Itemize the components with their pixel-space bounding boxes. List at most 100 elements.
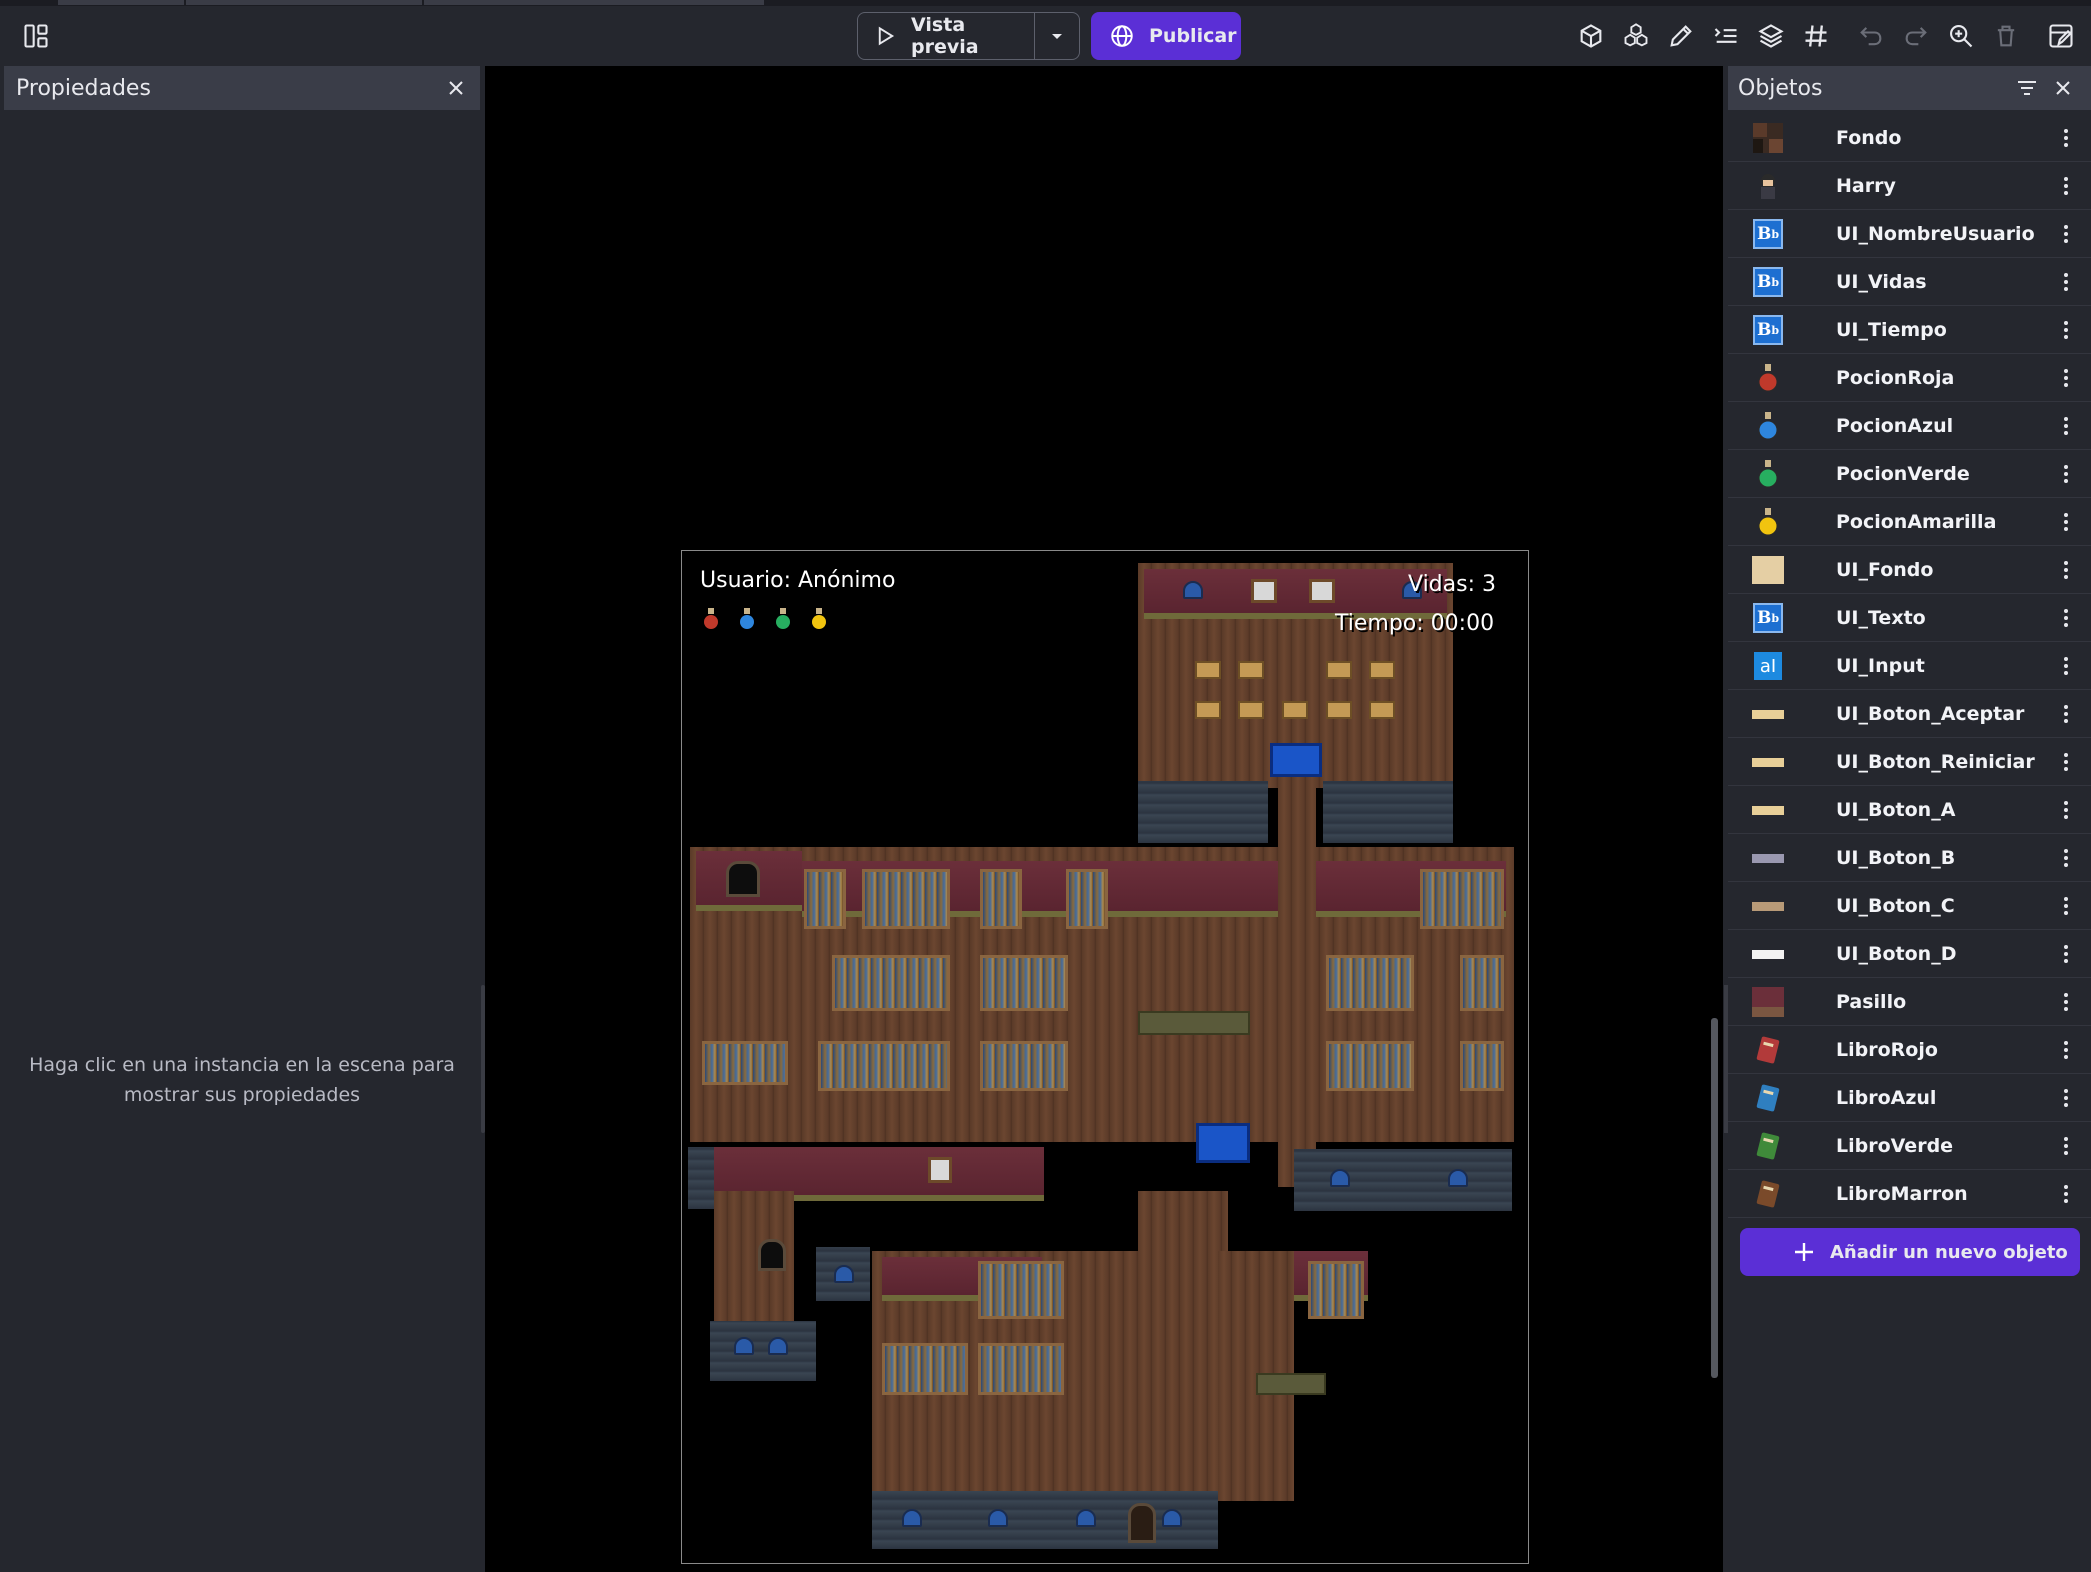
more-options-icon[interactable] <box>2055 364 2077 392</box>
object-name: PocionAmarilla <box>1836 511 1997 533</box>
object-list-item[interactable]: Fondo <box>1728 114 2091 162</box>
text-object-icon: Bb <box>1752 314 1784 346</box>
scene-tab[interactable] <box>424 0 764 5</box>
preview-dropdown-button[interactable] <box>1035 13 1079 59</box>
object-list-item[interactable]: LibroRojo <box>1728 1026 2091 1074</box>
chevron-down-icon <box>1052 34 1063 39</box>
map-window <box>988 1509 1008 1527</box>
object-name: LibroAzul <box>1836 1087 1937 1109</box>
more-options-icon[interactable] <box>2055 1084 2077 1112</box>
map-floor <box>1138 1251 1218 1501</box>
object-list-item[interactable]: Bb UI_NombreUsuario <box>1728 210 2091 258</box>
object-list-item[interactable]: LibroAzul <box>1728 1074 2091 1122</box>
cube-icon[interactable] <box>1571 16 1611 56</box>
object-list-item[interactable]: PocionAzul <box>1728 402 2091 450</box>
object-list-item[interactable]: LibroVerde <box>1728 1122 2091 1170</box>
object-list-item[interactable]: UI_Boton_Reiniciar <box>1728 738 2091 786</box>
more-options-icon[interactable] <box>2055 172 2077 200</box>
wall-tile-icon <box>1752 986 1784 1018</box>
more-options-icon[interactable] <box>2055 844 2077 872</box>
more-options-icon[interactable] <box>2055 556 2077 584</box>
scene-vertical-scrollbar[interactable] <box>1711 1018 1718 1378</box>
panels-layout-icon[interactable] <box>16 16 56 56</box>
object-list-item[interactable]: Bb UI_Tiempo <box>1728 306 2091 354</box>
object-list-item[interactable]: PocionVerde <box>1728 450 2091 498</box>
player-sprite[interactable] <box>1196 1123 1250 1163</box>
zoom-icon[interactable] <box>1941 16 1981 56</box>
map-stone-wall <box>710 1321 816 1381</box>
more-options-icon[interactable] <box>2055 220 2077 248</box>
add-object-button[interactable]: Añadir un nuevo objeto <box>1740 1228 2080 1276</box>
close-icon[interactable] <box>2045 73 2081 103</box>
object-list-item[interactable]: LibroMarron <box>1728 1170 2091 1218</box>
close-icon[interactable] <box>444 76 468 100</box>
grid-icon[interactable] <box>1796 16 1836 56</box>
cubes-icon[interactable] <box>1616 16 1656 56</box>
more-options-icon[interactable] <box>2055 1036 2077 1064</box>
map-bookshelf <box>882 1343 968 1395</box>
more-options-icon[interactable] <box>2055 316 2077 344</box>
more-options-icon[interactable] <box>2055 412 2077 440</box>
map-bookshelf <box>832 955 950 1011</box>
more-options-icon[interactable] <box>2055 796 2077 824</box>
events-list-icon[interactable] <box>1706 16 1746 56</box>
scene-canvas[interactable]: Usuario: Anónimo Vidas: 3 Tiempo: 00:00 <box>485 66 1723 1572</box>
map-bookshelf <box>1326 955 1414 1011</box>
layers-icon[interactable] <box>1751 16 1791 56</box>
preview-button[interactable]: Vista previa <box>858 13 1036 59</box>
more-options-icon[interactable] <box>2055 988 2077 1016</box>
map-window <box>734 1337 754 1355</box>
redo-icon[interactable] <box>1896 16 1936 56</box>
more-options-icon[interactable] <box>2055 940 2077 968</box>
pencil-icon[interactable] <box>1661 16 1701 56</box>
text-input-icon: aI <box>1752 650 1784 682</box>
scene-tab[interactable] <box>186 0 422 5</box>
map-desk <box>1369 661 1395 679</box>
object-list-item[interactable]: aI UI_Input <box>1728 642 2091 690</box>
map-exit-door <box>1128 1503 1156 1543</box>
object-list-item[interactable]: PocionRoja <box>1728 354 2091 402</box>
potion-red-icon <box>704 608 718 629</box>
more-options-icon[interactable] <box>2055 460 2077 488</box>
more-options-icon[interactable] <box>2055 124 2077 152</box>
object-list-item[interactable]: Harry <box>1728 162 2091 210</box>
more-options-icon[interactable] <box>2055 652 2077 680</box>
undo-icon[interactable] <box>1851 16 1891 56</box>
book-icon <box>1752 1034 1784 1066</box>
filter-icon[interactable] <box>2009 73 2045 103</box>
object-list-item[interactable]: UI_Boton_C <box>1728 882 2091 930</box>
more-options-icon[interactable] <box>2055 268 2077 296</box>
object-list-item[interactable]: Pasillo <box>1728 978 2091 1026</box>
trash-icon[interactable] <box>1986 16 2026 56</box>
map-window <box>1448 1169 1468 1187</box>
object-list-item[interactable]: Bb UI_Vidas <box>1728 258 2091 306</box>
more-options-icon[interactable] <box>2055 508 2077 536</box>
edit-properties-icon[interactable] <box>2041 16 2081 56</box>
object-list-item[interactable]: Bb UI_Texto <box>1728 594 2091 642</box>
properties-title: Propiedades <box>16 75 151 101</box>
object-list-item[interactable]: UI_Fondo <box>1728 546 2091 594</box>
object-list-item[interactable]: UI_Boton_D <box>1728 930 2091 978</box>
object-list-item[interactable]: UI_Boton_A <box>1728 786 2091 834</box>
publish-label: Publicar <box>1149 25 1237 47</box>
book-icon <box>1752 1178 1784 1210</box>
more-options-icon[interactable] <box>2055 748 2077 776</box>
map-window <box>834 1265 854 1283</box>
hud-lives: Vidas: 3 <box>1408 572 1496 597</box>
map-window <box>902 1509 922 1527</box>
more-options-icon[interactable] <box>2055 1132 2077 1160</box>
more-options-icon[interactable] <box>2055 1180 2077 1208</box>
book-icon <box>1752 1082 1784 1114</box>
object-list-item[interactable]: UI_Boton_B <box>1728 834 2091 882</box>
object-list-item[interactable]: UI_Boton_Aceptar <box>1728 690 2091 738</box>
tilemap-thumbnail-icon <box>1752 122 1784 154</box>
map-bookshelf <box>980 869 1022 929</box>
publish-button[interactable]: Publicar <box>1091 12 1241 60</box>
object-list-item[interactable]: PocionAmarilla <box>1728 498 2091 546</box>
book-icon <box>1752 1130 1784 1162</box>
object-name: LibroRojo <box>1836 1039 1938 1061</box>
scene-tab[interactable] <box>58 0 184 5</box>
more-options-icon[interactable] <box>2055 700 2077 728</box>
more-options-icon[interactable] <box>2055 604 2077 632</box>
more-options-icon[interactable] <box>2055 892 2077 920</box>
